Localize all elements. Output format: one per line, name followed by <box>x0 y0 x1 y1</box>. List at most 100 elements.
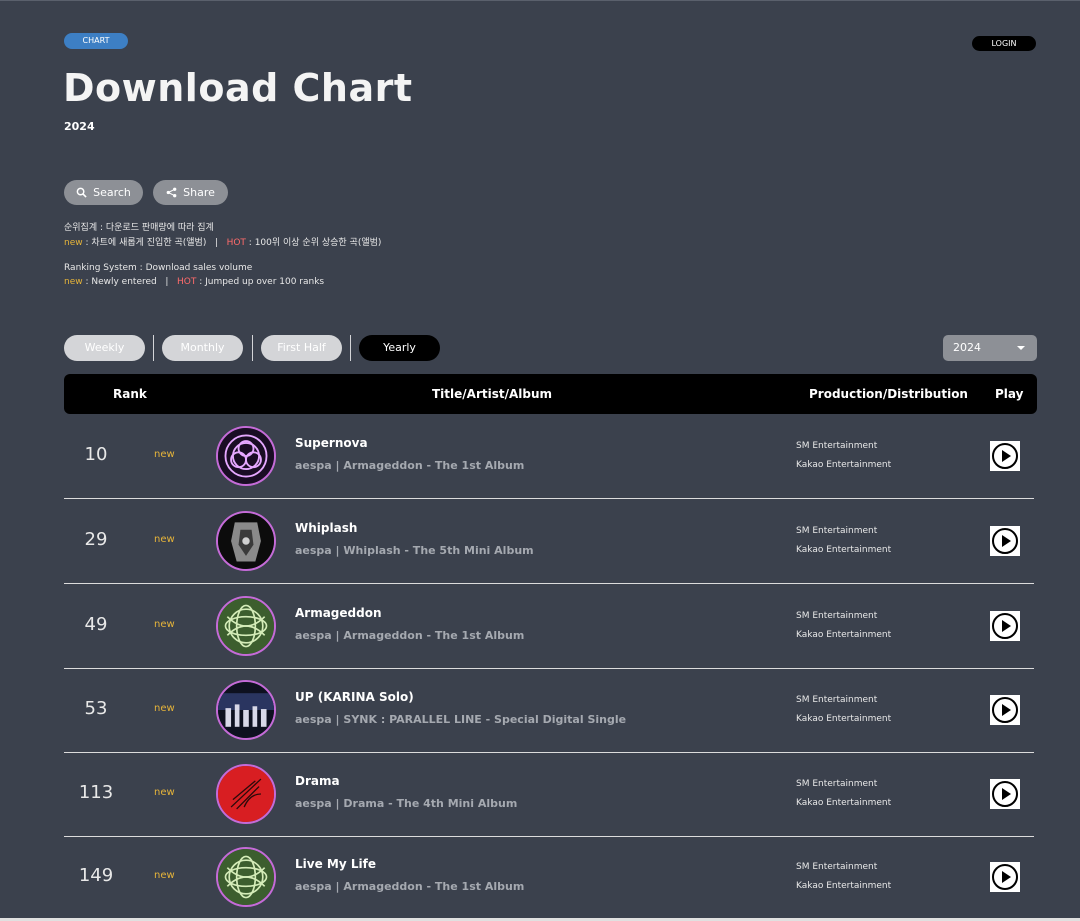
production-company: SM Entertainment <box>796 611 878 621</box>
play-icon <box>992 781 1018 807</box>
rank-number: 113 <box>78 782 114 803</box>
rank-number: 10 <box>84 444 108 465</box>
play-icon <box>992 613 1018 639</box>
artist-album[interactable]: aespa | Whiplash - The 5th Mini Album <box>295 544 534 557</box>
play-button[interactable] <box>990 441 1020 471</box>
ranking-desc-en: Ranking System : Download sales volume <box>64 263 253 273</box>
header-play: Play <box>995 387 1024 401</box>
hot-desc: : Jumped up over 100 ranks <box>196 277 325 287</box>
production-company: SM Entertainment <box>796 526 878 536</box>
song-title[interactable]: UP (KARINA Solo) <box>295 690 414 704</box>
legend-separator: | <box>214 238 218 248</box>
chart-badge: CHART <box>64 33 128 49</box>
album-cover[interactable] <box>216 764 276 824</box>
album-art-image <box>218 598 274 654</box>
artist-album[interactable]: aespa | Armageddon - The 1st Album <box>295 459 524 472</box>
distribution-company: Kakao Entertainment <box>796 630 892 640</box>
play-icon <box>992 443 1018 469</box>
table-row: 149 new Live My Life aespa | Armageddon - T… <box>64 836 1034 919</box>
year-dropdown[interactable]: 2024 <box>943 335 1037 361</box>
header-rank: Rank <box>113 387 147 401</box>
tab-divider <box>252 335 253 361</box>
album-cover[interactable] <box>216 426 276 486</box>
play-button[interactable] <box>990 862 1020 892</box>
tab-divider <box>153 335 154 361</box>
album-cover[interactable] <box>216 596 276 656</box>
new-badge: new <box>154 787 175 798</box>
play-icon <box>992 864 1018 890</box>
new-badge: new <box>154 534 175 545</box>
artist-album[interactable]: aespa | Armageddon - The 1st Album <box>295 880 524 893</box>
distribution-company: Kakao Entertainment <box>796 460 892 470</box>
page-year: 2024 <box>64 120 95 133</box>
distribution-company: Kakao Entertainment <box>796 798 892 808</box>
table-row: 113 new Drama aespa | Drama - The 4th Mini … <box>64 752 1034 837</box>
album-art-image <box>218 766 274 822</box>
header-production: Production/Distribution <box>809 387 968 401</box>
rank-number: 149 <box>78 865 114 886</box>
new-tag-label: new <box>64 238 83 248</box>
album-art-image <box>218 513 274 569</box>
artist-album[interactable]: aespa | SYNK : PARALLEL LINE - Special D… <box>295 713 626 726</box>
song-title[interactable]: Armageddon <box>295 606 382 620</box>
table-header: Rank Title/Artist/Album Production/Distr… <box>64 374 1037 414</box>
production-company: SM Entertainment <box>796 441 878 451</box>
legend-en: new : Newly entered | HOT : Jumped up ov… <box>64 277 324 287</box>
new-badge: new <box>154 703 175 714</box>
album-art-image <box>218 428 274 484</box>
search-label: Search <box>93 186 131 199</box>
table-row: 49 new Armageddon aespa | Armageddon - The … <box>64 583 1034 669</box>
distribution-company: Kakao Entertainment <box>796 881 892 891</box>
login-button[interactable]: LOGIN <box>972 36 1036 51</box>
artist-album[interactable]: aespa | Armageddon - The 1st Album <box>295 629 524 642</box>
new-tag-label: new <box>64 277 83 287</box>
new-desc: : 차트에 새롭게 진입한 곡(앨범) <box>82 238 207 248</box>
year-dropdown-value: 2024 <box>953 341 981 354</box>
play-button[interactable] <box>990 526 1020 556</box>
new-badge: new <box>154 449 175 460</box>
new-badge: new <box>154 870 175 881</box>
song-title[interactable]: Drama <box>295 774 340 788</box>
production-company: SM Entertainment <box>796 779 878 789</box>
play-button[interactable] <box>990 695 1020 725</box>
search-button[interactable]: Search <box>64 180 143 205</box>
rank-number: 53 <box>84 698 108 719</box>
share-button[interactable]: Share <box>153 180 228 205</box>
distribution-company: Kakao Entertainment <box>796 714 892 724</box>
album-art-image <box>218 849 274 905</box>
tab-monthly[interactable]: Monthly <box>162 335 243 361</box>
album-art-image <box>218 682 274 738</box>
legend-separator: | <box>165 277 169 287</box>
play-button[interactable] <box>990 611 1020 641</box>
play-icon <box>992 697 1018 723</box>
song-title[interactable]: Live My Life <box>295 857 376 871</box>
hot-desc: : 100위 이상 순위 상승한 곡(앨범) <box>245 238 382 248</box>
tab-divider <box>350 335 351 361</box>
tab-yearly[interactable]: Yearly <box>359 335 440 361</box>
song-title[interactable]: Supernova <box>295 436 368 450</box>
album-cover[interactable] <box>216 680 276 740</box>
album-cover[interactable] <box>216 847 276 907</box>
production-company: SM Entertainment <box>796 862 878 872</box>
hot-tag-label: HOT <box>176 277 197 287</box>
rank-number: 29 <box>84 529 108 550</box>
play-icon <box>992 528 1018 554</box>
hot-tag-label: HOT <box>226 238 246 248</box>
tab-first-half[interactable]: First Half <box>261 335 342 361</box>
chevron-down-icon <box>1017 346 1025 350</box>
header-title: Title/Artist/Album <box>432 387 553 401</box>
play-button[interactable] <box>990 779 1020 809</box>
tab-weekly[interactable]: Weekly <box>64 335 145 361</box>
new-desc: : Newly entered <box>82 277 157 287</box>
rank-number: 49 <box>84 614 108 635</box>
new-badge: new <box>154 619 175 630</box>
page-title: Download Chart <box>63 66 413 110</box>
artist-album[interactable]: aespa | Drama - The 4th Mini Album <box>295 797 517 810</box>
distribution-company: Kakao Entertainment <box>796 545 892 555</box>
share-label: Share <box>183 186 215 199</box>
production-company: SM Entertainment <box>796 695 878 705</box>
ranking-desc-ko: 순위집계 : 다운로드 판매량에 따라 집계 <box>64 223 214 233</box>
album-cover[interactable] <box>216 511 276 571</box>
top-border <box>0 0 1080 1</box>
song-title[interactable]: Whiplash <box>295 521 357 535</box>
